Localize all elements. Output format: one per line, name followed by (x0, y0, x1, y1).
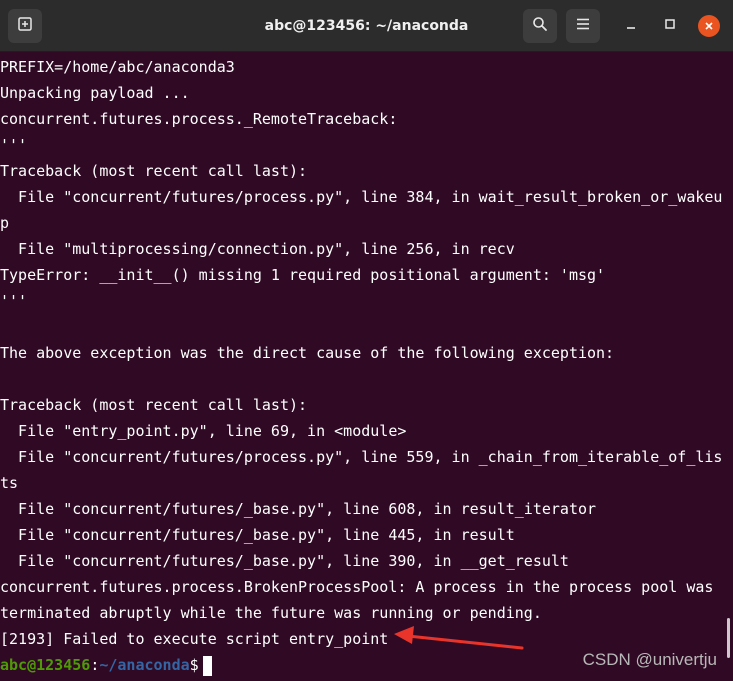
terminal-line: Traceback (most recent call last): (0, 162, 308, 180)
new-tab-button[interactable] (8, 9, 42, 43)
minimize-icon (625, 17, 637, 35)
terminal-line: File "entry_point.py", line 69, in <modu… (0, 422, 407, 440)
terminal-line: concurrent.futures.process._RemoteTraceb… (0, 110, 398, 128)
prompt-path: ~/anaconda (99, 656, 190, 674)
terminal-line: Traceback (most recent call last): (0, 396, 308, 414)
terminal-line: File "multiprocessing/connection.py", li… (0, 240, 515, 258)
terminal-window: abc@123456: ~/anaconda PREFIX=/home/abc/… (0, 0, 733, 681)
new-tab-icon (17, 16, 33, 37)
search-icon (532, 16, 548, 37)
hamburger-menu-icon (576, 17, 590, 35)
terminal-line: p (0, 214, 10, 232)
scrollbar-thumb[interactable] (727, 618, 730, 658)
terminal-line: ''' (0, 136, 28, 154)
terminal-line: File "concurrent/futures/_base.py", line… (0, 526, 515, 544)
terminal-line: TypeError: __init__() missing 1 required… (0, 266, 606, 284)
terminal-line: ''' (0, 292, 28, 310)
prompt-symbol: $ (189, 656, 199, 674)
maximize-button[interactable] (658, 14, 682, 38)
prompt-user-host: abc@123456 (0, 656, 91, 674)
search-button[interactable] (523, 9, 557, 43)
minimize-button[interactable] (619, 14, 643, 38)
terminal-line: ts (0, 474, 19, 492)
maximize-icon (664, 17, 676, 35)
terminal-line: concurrent.futures.process.BrokenProcess… (0, 578, 714, 596)
watermark: CSDN @univertju (582, 650, 717, 669)
terminal-output[interactable]: PREFIX=/home/abc/anaconda3 Unpacking pay… (0, 53, 733, 681)
terminal-line: File "concurrent/futures/_base.py", line… (0, 552, 569, 570)
menu-button[interactable] (566, 9, 600, 43)
prompt-separator: : (90, 656, 100, 674)
title-bar[interactable]: abc@123456: ~/anaconda (0, 0, 733, 52)
shell-prompt[interactable]: abc@123456:~/anaconda$ (0, 652, 212, 678)
terminal-line: File "concurrent/futures/process.py", li… (0, 448, 723, 466)
close-button[interactable] (697, 14, 721, 38)
terminal-line: File "concurrent/futures/_base.py", line… (0, 500, 597, 518)
terminal-line: Unpacking payload ... (0, 84, 190, 102)
red-arrow-annotation (394, 626, 524, 650)
terminal-line: [2193] Failed to execute script entry_po… (0, 630, 389, 648)
terminal-line: The above exception was the direct cause… (0, 344, 615, 362)
terminal-line: File "concurrent/futures/process.py", li… (0, 188, 723, 206)
text-cursor (202, 655, 212, 676)
terminal-line: PREFIX=/home/abc/anaconda3 (0, 58, 235, 76)
close-icon (698, 15, 720, 37)
